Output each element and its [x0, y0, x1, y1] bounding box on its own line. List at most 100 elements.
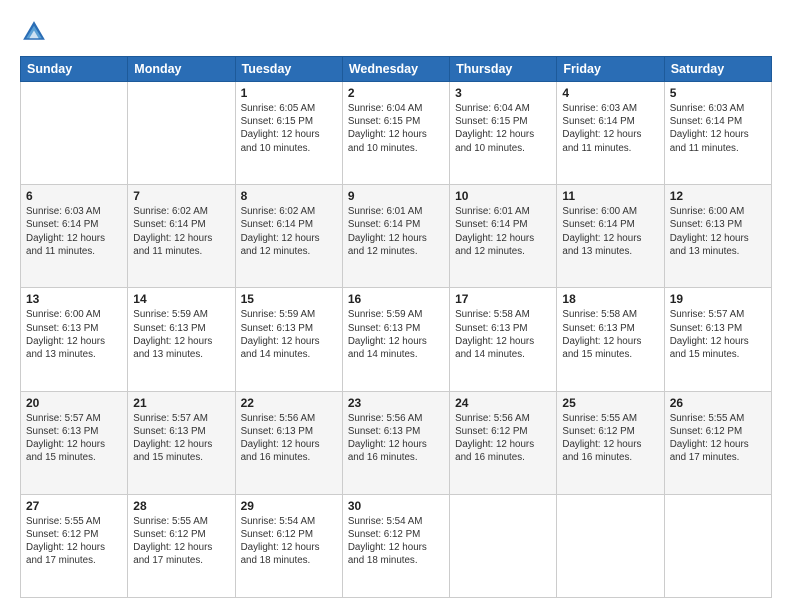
calendar-week-row: 6Sunrise: 6:03 AM Sunset: 6:14 PM Daylig…	[21, 185, 772, 288]
calendar-week-row: 1 Sunrise: 6:05 AM Sunset: 6:15 PM Daylig…	[21, 82, 772, 185]
calendar-cell: 8 Sunrise: 6:02 AM Sunset: 6:14 PM Daylig…	[235, 185, 342, 288]
calendar-week-row: 13 Sunrise: 6:00 AM Sunset: 6:13 PM Dayli…	[21, 288, 772, 391]
cell-content: Sunrise: 5:55 AM Sunset: 6:12 PM Dayligh…	[26, 515, 122, 568]
cell-content: Sunrise: 6:01 AM Sunset: 6:14 PM Dayligh…	[348, 205, 444, 258]
day-number: 13	[26, 292, 122, 306]
calendar-cell: 17 Sunrise: 5:58 AM Sunset: 6:13 PM Dayli…	[450, 288, 557, 391]
cell-content: Sunrise: 6:03 AM Sunset: 6:14 PM Dayligh…	[26, 205, 122, 258]
calendar-day-header: Tuesday	[235, 57, 342, 82]
day-number: 20	[26, 396, 122, 410]
cell-content: Sunrise: 6:02 AM Sunset: 6:14 PM Dayligh…	[133, 205, 229, 258]
calendar-week-row: 20 Sunrise: 5:57 AM Sunset: 6:13 PM Dayli…	[21, 391, 772, 494]
calendar-cell: 16Sunrise: 5:59 AM Sunset: 6:13 PM Dayli…	[342, 288, 449, 391]
calendar-cell: 25Sunrise: 5:55 AM Sunset: 6:12 PM Dayli…	[557, 391, 664, 494]
day-number: 16	[348, 292, 444, 306]
cell-content: Sunrise: 6:00 AM Sunset: 6:14 PM Dayligh…	[562, 205, 658, 258]
cell-content: Sunrise: 5:57 AM Sunset: 6:13 PM Dayligh…	[133, 412, 229, 465]
day-number: 5	[670, 86, 766, 100]
cell-content: Sunrise: 5:58 AM Sunset: 6:13 PM Dayligh…	[455, 308, 551, 361]
day-number: 9	[348, 189, 444, 203]
cell-content: Sunrise: 6:00 AM Sunset: 6:13 PM Dayligh…	[26, 308, 122, 361]
day-number: 17	[455, 292, 551, 306]
page: SundayMondayTuesdayWednesdayThursdayFrid…	[0, 0, 792, 612]
logo-icon	[20, 18, 48, 46]
calendar-cell: 10 Sunrise: 6:01 AM Sunset: 6:14 PM Dayli…	[450, 185, 557, 288]
calendar-day-header: Monday	[128, 57, 235, 82]
day-number: 12	[670, 189, 766, 203]
day-number: 4	[562, 86, 658, 100]
calendar-cell: 3 Sunrise: 6:04 AM Sunset: 6:15 PM Daylig…	[450, 82, 557, 185]
cell-content: Sunrise: 5:58 AM Sunset: 6:13 PM Dayligh…	[562, 308, 658, 361]
day-number: 2	[348, 86, 444, 100]
calendar-cell	[664, 494, 771, 597]
day-number: 24	[455, 396, 551, 410]
cell-content: Sunrise: 5:56 AM Sunset: 6:13 PM Dayligh…	[348, 412, 444, 465]
calendar-day-header: Friday	[557, 57, 664, 82]
day-number: 29	[241, 499, 337, 513]
calendar-cell: 29 Sunrise: 5:54 AM Sunset: 6:12 PM Dayli…	[235, 494, 342, 597]
cell-content: Sunrise: 5:54 AM Sunset: 6:12 PM Dayligh…	[241, 515, 337, 568]
cell-content: Sunrise: 5:56 AM Sunset: 6:13 PM Dayligh…	[241, 412, 337, 465]
calendar-cell	[450, 494, 557, 597]
calendar-day-header: Saturday	[664, 57, 771, 82]
calendar-table: SundayMondayTuesdayWednesdayThursdayFrid…	[20, 56, 772, 598]
cell-content: Sunrise: 6:03 AM Sunset: 6:14 PM Dayligh…	[562, 102, 658, 155]
calendar-cell: 2 Sunrise: 6:04 AM Sunset: 6:15 PM Daylig…	[342, 82, 449, 185]
calendar-day-header: Wednesday	[342, 57, 449, 82]
day-number: 27	[26, 499, 122, 513]
calendar-cell: 28 Sunrise: 5:55 AM Sunset: 6:12 PM Dayli…	[128, 494, 235, 597]
header	[20, 18, 772, 46]
cell-content: Sunrise: 5:55 AM Sunset: 6:12 PM Dayligh…	[133, 515, 229, 568]
calendar-cell: 27 Sunrise: 5:55 AM Sunset: 6:12 PM Dayli…	[21, 494, 128, 597]
day-number: 14	[133, 292, 229, 306]
day-number: 21	[133, 396, 229, 410]
calendar-cell: 12 Sunrise: 6:00 AM Sunset: 6:13 PM Dayli…	[664, 185, 771, 288]
day-number: 11	[562, 189, 658, 203]
day-number: 10	[455, 189, 551, 203]
day-number: 8	[241, 189, 337, 203]
cell-content: Sunrise: 5:55 AM Sunset: 6:12 PM Dayligh…	[670, 412, 766, 465]
cell-content: Sunrise: 5:56 AM Sunset: 6:12 PM Dayligh…	[455, 412, 551, 465]
calendar-cell	[21, 82, 128, 185]
day-number: 23	[348, 396, 444, 410]
calendar-cell: 18Sunrise: 5:58 AM Sunset: 6:13 PM Dayli…	[557, 288, 664, 391]
calendar-cell: 1 Sunrise: 6:05 AM Sunset: 6:15 PM Daylig…	[235, 82, 342, 185]
cell-content: Sunrise: 5:59 AM Sunset: 6:13 PM Dayligh…	[241, 308, 337, 361]
logo	[20, 18, 52, 46]
calendar-cell: 30Sunrise: 5:54 AM Sunset: 6:12 PM Dayli…	[342, 494, 449, 597]
calendar-cell: 15 Sunrise: 5:59 AM Sunset: 6:13 PM Dayli…	[235, 288, 342, 391]
day-number: 1	[241, 86, 337, 100]
cell-content: Sunrise: 6:00 AM Sunset: 6:13 PM Dayligh…	[670, 205, 766, 258]
calendar-cell: 14 Sunrise: 5:59 AM Sunset: 6:13 PM Dayli…	[128, 288, 235, 391]
calendar-cell: 23 Sunrise: 5:56 AM Sunset: 6:13 PM Dayli…	[342, 391, 449, 494]
calendar-cell: 4 Sunrise: 6:03 AM Sunset: 6:14 PM Daylig…	[557, 82, 664, 185]
calendar-cell: 13 Sunrise: 6:00 AM Sunset: 6:13 PM Dayli…	[21, 288, 128, 391]
cell-content: Sunrise: 6:02 AM Sunset: 6:14 PM Dayligh…	[241, 205, 337, 258]
day-number: 15	[241, 292, 337, 306]
calendar-cell: 11 Sunrise: 6:00 AM Sunset: 6:14 PM Dayli…	[557, 185, 664, 288]
calendar-cell: 21 Sunrise: 5:57 AM Sunset: 6:13 PM Dayli…	[128, 391, 235, 494]
cell-content: Sunrise: 6:04 AM Sunset: 6:15 PM Dayligh…	[348, 102, 444, 155]
cell-content: Sunrise: 5:54 AM Sunset: 6:12 PM Dayligh…	[348, 515, 444, 568]
calendar-cell: 22Sunrise: 5:56 AM Sunset: 6:13 PM Dayli…	[235, 391, 342, 494]
day-number: 3	[455, 86, 551, 100]
day-number: 19	[670, 292, 766, 306]
calendar-day-header: Sunday	[21, 57, 128, 82]
cell-content: Sunrise: 5:59 AM Sunset: 6:13 PM Dayligh…	[133, 308, 229, 361]
cell-content: Sunrise: 6:05 AM Sunset: 6:15 PM Dayligh…	[241, 102, 337, 155]
cell-content: Sunrise: 6:04 AM Sunset: 6:15 PM Dayligh…	[455, 102, 551, 155]
calendar-week-row: 27 Sunrise: 5:55 AM Sunset: 6:12 PM Dayli…	[21, 494, 772, 597]
calendar-cell	[128, 82, 235, 185]
cell-content: Sunrise: 5:55 AM Sunset: 6:12 PM Dayligh…	[562, 412, 658, 465]
calendar-cell: 26 Sunrise: 5:55 AM Sunset: 6:12 PM Dayli…	[664, 391, 771, 494]
calendar-cell: 19 Sunrise: 5:57 AM Sunset: 6:13 PM Dayli…	[664, 288, 771, 391]
day-number: 26	[670, 396, 766, 410]
calendar-cell: 9 Sunrise: 6:01 AM Sunset: 6:14 PM Daylig…	[342, 185, 449, 288]
cell-content: Sunrise: 5:57 AM Sunset: 6:13 PM Dayligh…	[670, 308, 766, 361]
calendar-day-header: Thursday	[450, 57, 557, 82]
calendar-cell: 24 Sunrise: 5:56 AM Sunset: 6:12 PM Dayli…	[450, 391, 557, 494]
day-number: 28	[133, 499, 229, 513]
calendar-header-row: SundayMondayTuesdayWednesdayThursdayFrid…	[21, 57, 772, 82]
calendar-cell: 5Sunrise: 6:03 AM Sunset: 6:14 PM Daylig…	[664, 82, 771, 185]
cell-content: Sunrise: 6:01 AM Sunset: 6:14 PM Dayligh…	[455, 205, 551, 258]
